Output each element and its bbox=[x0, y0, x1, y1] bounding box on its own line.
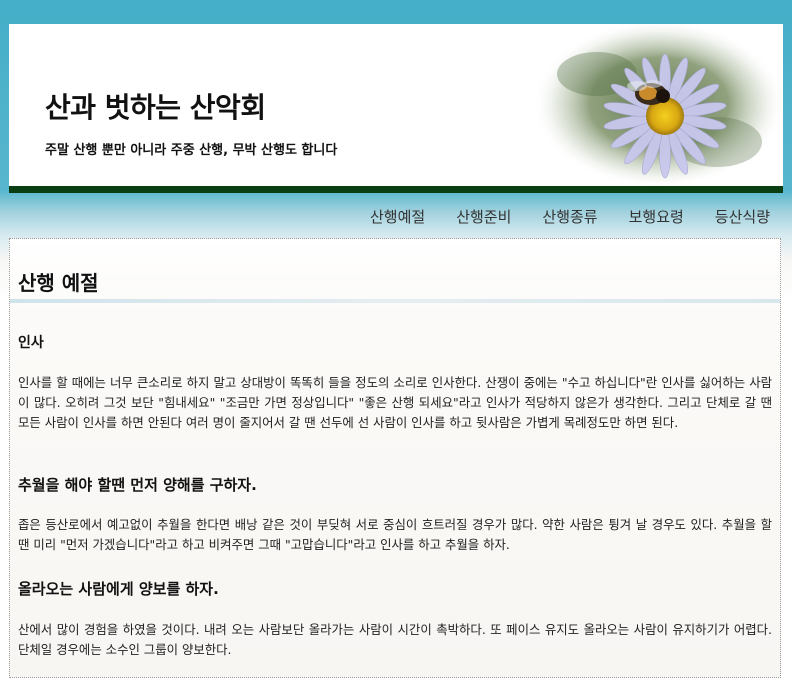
nav-item-preparation[interactable]: 산행준비 bbox=[456, 206, 511, 227]
content-panel: 산행 예절 인사 인사를 할 때에는 너무 큰소리로 하지 말고 상대방이 똑똑… bbox=[9, 238, 781, 678]
nav-item-walking[interactable]: 보행요령 bbox=[629, 206, 684, 227]
section-text-overtaking: 좁은 등산로에서 예고없이 추월을 한다면 배낭 같은 것이 부딪혀 서로 중심… bbox=[18, 517, 772, 552]
nav-item-food[interactable]: 등산식량 bbox=[715, 206, 770, 227]
main-nav: 산행예절 산행준비 산행종류 보행요령 등산식량 bbox=[339, 206, 770, 227]
nav-item-etiquette[interactable]: 산행예절 bbox=[370, 206, 425, 227]
site-title: 산과 벗하는 산악회 bbox=[45, 91, 266, 124]
daisy-with-bee-image bbox=[533, 24, 783, 186]
site-header: 산과 벗하는 산악회 주말 산행 뿐만 아니라 주중 산행, 무박 산행도 합니… bbox=[9, 24, 783, 186]
site-subtitle: 주말 산행 뿐만 아니라 주중 산행, 무박 산행도 합니다 bbox=[45, 143, 338, 158]
page-title: 산행 예절 bbox=[18, 271, 99, 295]
section-heading-greeting: 인사 bbox=[18, 335, 44, 351]
title-divider bbox=[10, 299, 780, 303]
section-heading-overtaking: 추월을 해야 할땐 먼저 양해를 구하자. bbox=[18, 476, 257, 494]
section-heading-yield: 올라오는 사람에게 양보를 하자. bbox=[18, 580, 219, 598]
header-divider bbox=[9, 186, 783, 193]
nav-item-types[interactable]: 산행종류 bbox=[542, 206, 597, 227]
section-text-yield: 산에서 많이 경험을 하였을 것이다. 내려 오는 사람보단 올라가는 사람이 … bbox=[18, 622, 772, 657]
section-text-greeting: 인사를 할 때에는 너무 큰소리로 하지 말고 상대방이 똑똑히 들을 정도의 … bbox=[18, 375, 772, 430]
